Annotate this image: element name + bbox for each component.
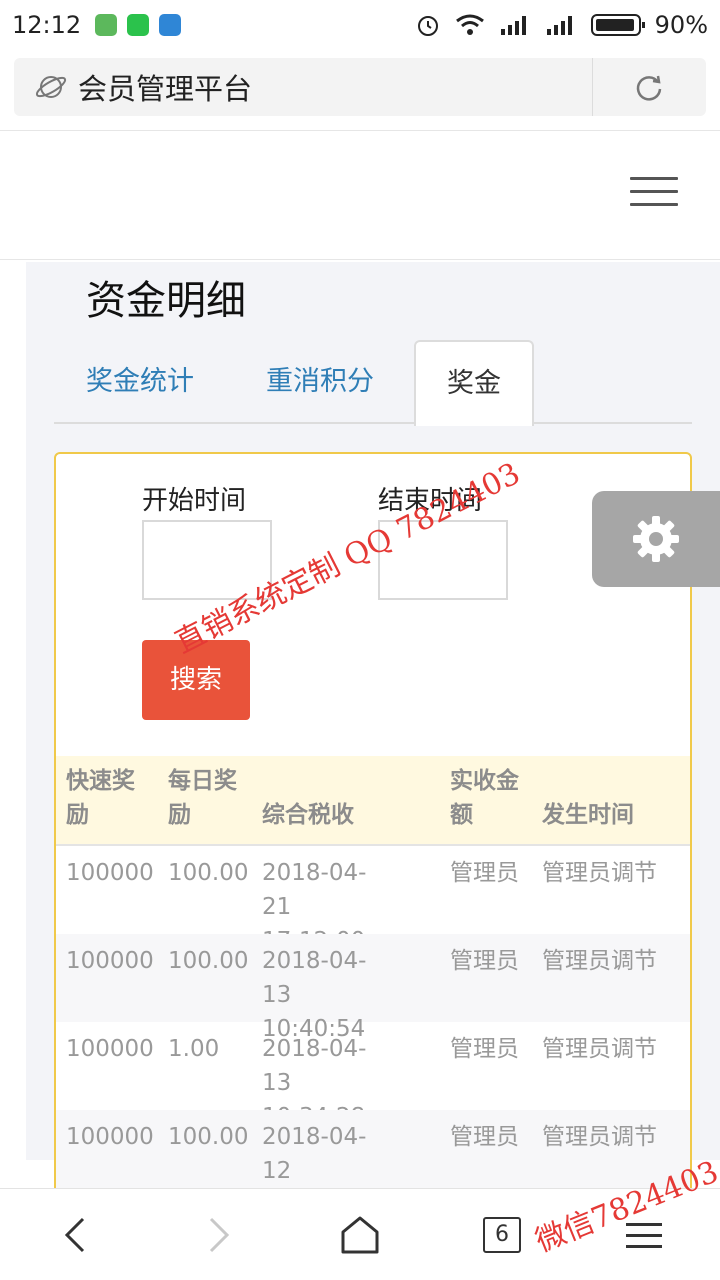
wifi-icon bbox=[455, 14, 484, 35]
planet-icon bbox=[35, 76, 67, 98]
column-header: 实收金额 bbox=[450, 768, 519, 828]
table-row: 100000 1.00 2018-04-13 10:34:28 管理员 管理员调… bbox=[56, 1022, 690, 1130]
column-header: 发生时间 bbox=[542, 802, 634, 828]
signal-icon bbox=[500, 16, 526, 35]
wechat-icon bbox=[127, 14, 150, 36]
cell-quick-bonus: 100000 bbox=[66, 860, 154, 886]
main-content: 资金明细 奖金统计 重消积分 奖金 开始时间 结束时间 搜索 快速奖励 每日奖励… bbox=[26, 262, 720, 1212]
home-icon bbox=[341, 1216, 379, 1254]
cell-amount: 管理员 bbox=[450, 860, 519, 886]
cell-time: 管理员调节 bbox=[542, 860, 657, 886]
cell-quick-bonus: 100000 bbox=[66, 1124, 154, 1150]
cell-daily-bonus: 100.00 bbox=[168, 860, 249, 886]
app-icon bbox=[159, 14, 182, 36]
settings-float-button[interactable] bbox=[592, 491, 720, 587]
chevron-right-icon bbox=[209, 1217, 230, 1253]
app-icon bbox=[95, 14, 118, 36]
start-time-label: 开始时间 bbox=[142, 486, 247, 516]
column-header: 综合税收 bbox=[262, 802, 354, 828]
chevron-left-icon bbox=[64, 1217, 85, 1253]
tab-bonus[interactable]: 奖金 bbox=[414, 340, 534, 426]
page-title-address: 会员管理平台 bbox=[78, 72, 253, 106]
table-row: 100000 100.00 2018-04-13 10:40:54 管理员 管理… bbox=[56, 934, 690, 1042]
cell-time: 管理员调节 bbox=[542, 1036, 657, 1062]
battery-icon bbox=[590, 14, 645, 36]
reload-icon[interactable] bbox=[634, 72, 664, 102]
status-bar: 12:12 90% bbox=[0, 0, 720, 50]
cell-amount: 管理员 bbox=[450, 948, 519, 974]
gear-icon bbox=[633, 516, 679, 562]
signal-icon bbox=[546, 16, 572, 35]
tab-count: 6 bbox=[483, 1217, 521, 1253]
tab-bar: 奖金统计 重消积分 奖金 bbox=[54, 340, 692, 426]
bonus-table: 快速奖励 每日奖励 综合税收 实收金额 发生时间 100000 100.00 2… bbox=[56, 756, 690, 1210]
phone-screen: 12:12 90% 会员管理平台 资金明细 奖金统计 重消积分 奖金 开始时间 … bbox=[0, 0, 720, 1280]
address-divider bbox=[592, 58, 593, 116]
tab-repeat-points[interactable]: 重消积分 bbox=[266, 340, 374, 424]
cell-time: 管理员调节 bbox=[542, 1124, 657, 1150]
column-header: 每日奖励 bbox=[168, 768, 237, 828]
table-row: 100000 100.00 2018-04-12 23:24:43 管理员 管理… bbox=[56, 1110, 690, 1210]
table-header: 快速奖励 每日奖励 综合税收 实收金额 发生时间 bbox=[56, 756, 690, 846]
status-right: 90% bbox=[415, 11, 708, 39]
cell-quick-bonus: 100000 bbox=[66, 948, 154, 974]
cell-amount: 管理员 bbox=[450, 1124, 519, 1150]
cell-quick-bonus: 100000 bbox=[66, 1036, 154, 1062]
battery-percent: 90% bbox=[654, 11, 708, 39]
tabs-button[interactable]: 6 bbox=[474, 1207, 530, 1263]
hamburger-menu-icon[interactable] bbox=[630, 177, 678, 209]
tab-bonus-stats[interactable]: 奖金统计 bbox=[86, 340, 194, 424]
site-header bbox=[0, 130, 720, 260]
alarm-icon bbox=[417, 16, 438, 36]
page-heading: 资金明细 bbox=[86, 278, 246, 324]
address-bar[interactable]: 会员管理平台 bbox=[14, 58, 706, 116]
back-button[interactable] bbox=[48, 1207, 104, 1263]
cell-daily-bonus: 100.00 bbox=[168, 948, 249, 974]
column-header: 快速奖励 bbox=[66, 768, 135, 828]
status-time: 12:12 bbox=[12, 11, 82, 39]
cell-daily-bonus: 100.00 bbox=[168, 1124, 249, 1150]
home-button[interactable] bbox=[332, 1207, 388, 1263]
forward-button[interactable] bbox=[190, 1207, 246, 1263]
cell-time: 管理员调节 bbox=[542, 948, 657, 974]
table-row: 100000 100.00 2018-04-21 17:12:00 管理员 管理… bbox=[56, 846, 690, 954]
cell-amount: 管理员 bbox=[450, 1036, 519, 1062]
cell-daily-bonus: 1.00 bbox=[168, 1036, 220, 1062]
